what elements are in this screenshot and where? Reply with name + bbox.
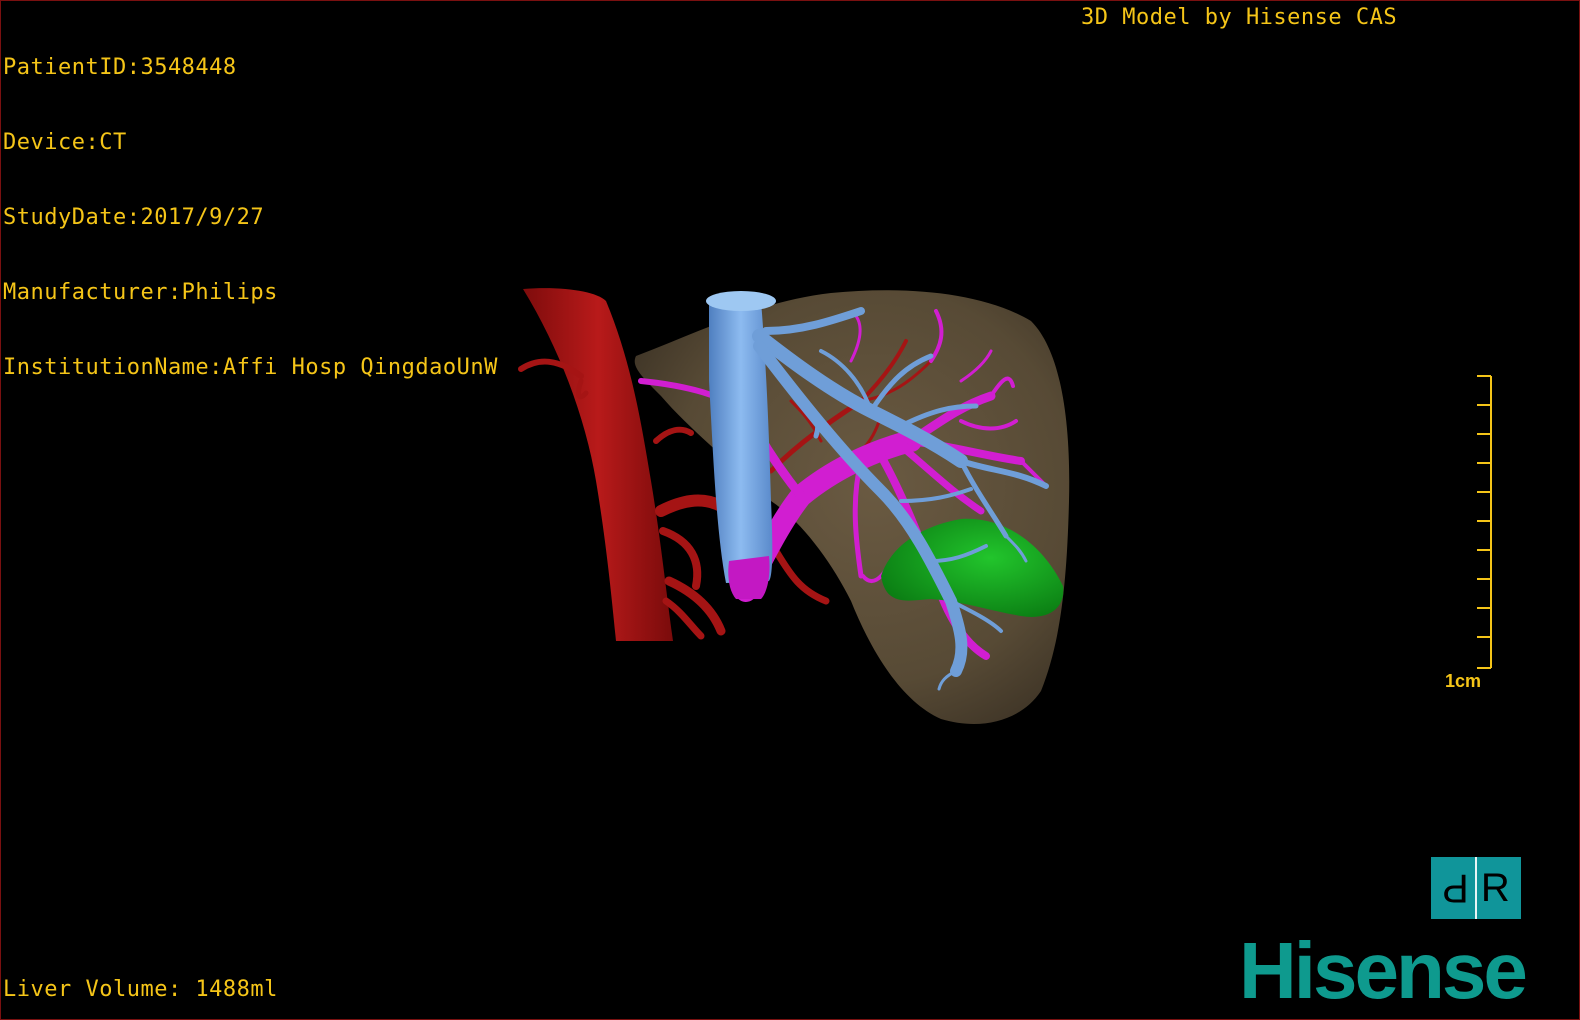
study-date: StudyDate:2017/9/27 bbox=[3, 205, 265, 230]
scale-bar-label: 1cm bbox=[1445, 671, 1482, 691]
patient-id: PatientID:3548448 bbox=[3, 55, 237, 80]
orientation-divider bbox=[1475, 857, 1477, 919]
manufacturer: Manufacturer:Philips bbox=[3, 280, 278, 305]
institution-name: InstitutionName:Affi Hosp QingdaoUnW bbox=[3, 355, 498, 380]
scale-bar bbox=[1477, 375, 1492, 669]
liver-surface bbox=[634, 290, 1070, 724]
device: Device:CT bbox=[3, 130, 127, 155]
ivc-lower-segment bbox=[728, 556, 770, 599]
ivc-top bbox=[706, 291, 776, 311]
liver-volume: Liver Volume: 1488ml bbox=[3, 977, 278, 1002]
orientation-label-posterior: P bbox=[1442, 866, 1469, 910]
orientation-cube[interactable]: P R bbox=[1431, 857, 1521, 919]
aorta bbox=[523, 288, 673, 641]
3d-viewport[interactable]: PatientID:3548448 Device:CT StudyDate:20… bbox=[0, 0, 1580, 1020]
model-watermark: 3D Model by Hisense CAS bbox=[1081, 5, 1398, 30]
hisense-logo: Hisense bbox=[1239, 926, 1528, 1015]
orientation-label-right: R bbox=[1480, 866, 1510, 910]
patient-info: PatientID:3548448 Device:CT StudyDate:20… bbox=[3, 5, 498, 430]
